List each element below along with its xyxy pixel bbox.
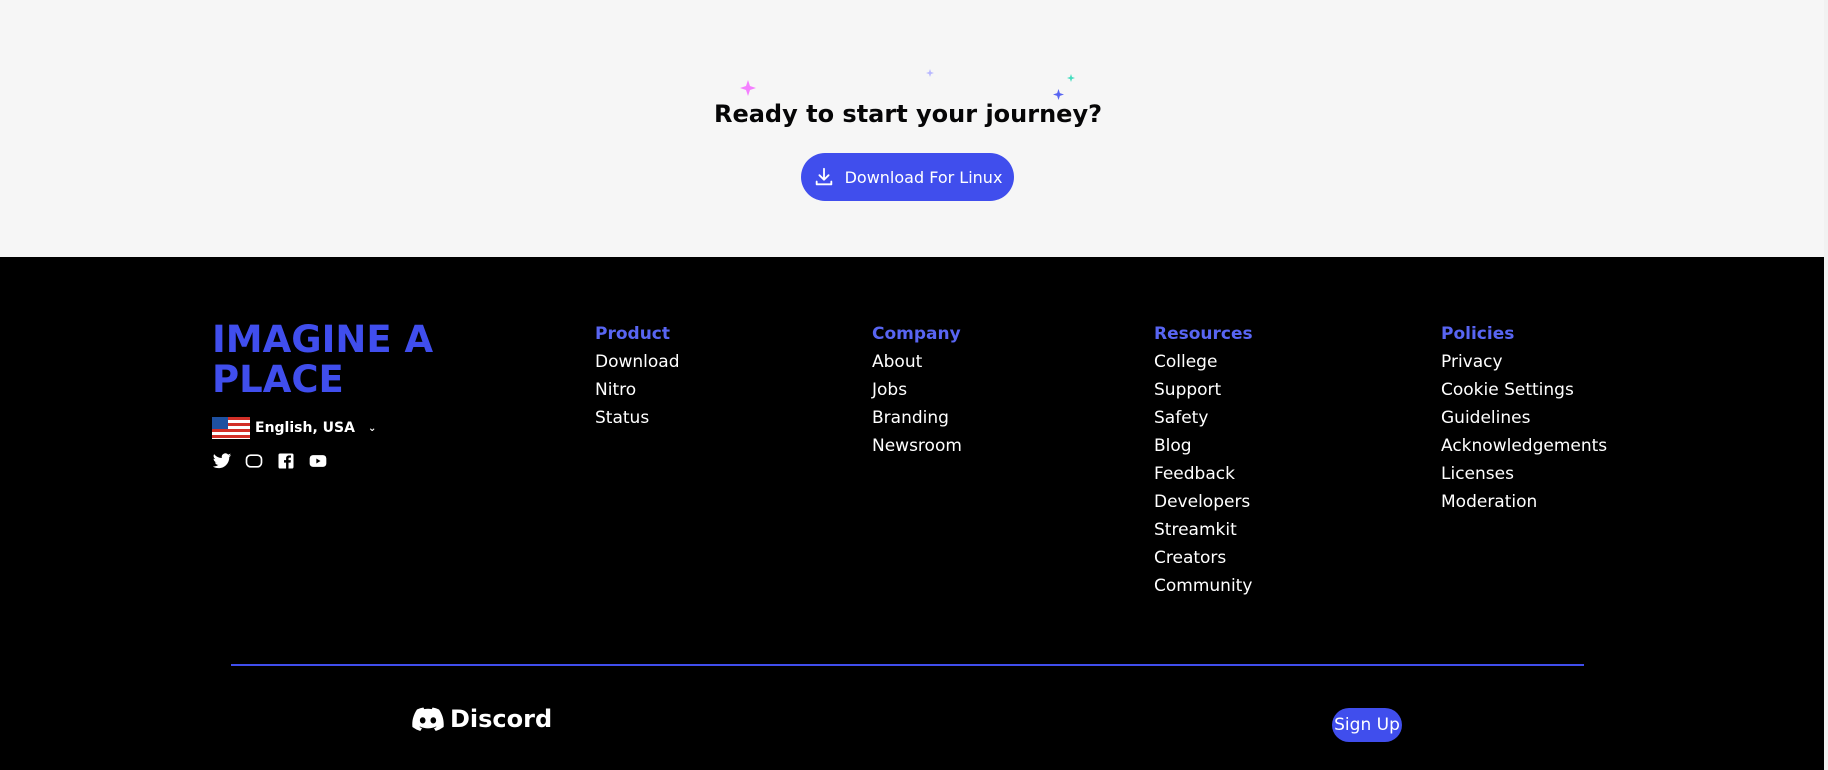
footer-link[interactable]: About [872, 351, 962, 379]
footer-link[interactable]: Jobs [872, 379, 962, 407]
footer-link[interactable]: Blog [1154, 435, 1253, 463]
footer-headline: IMAGINE A PLACE [212, 318, 434, 401]
footer-link[interactable]: Developers [1154, 491, 1253, 519]
footer-link[interactable]: Community [1154, 575, 1253, 603]
footer-link[interactable]: Support [1154, 379, 1253, 407]
sign-up-button[interactable]: Sign Up [1332, 708, 1402, 742]
footer-link[interactable]: Moderation [1441, 491, 1607, 519]
instagram-icon[interactable] [244, 451, 264, 471]
scrollbar[interactable] [1824, 0, 1828, 770]
footer-link[interactable]: Branding [872, 407, 962, 435]
footer: IMAGINE A PLACE English, USA ⌄ Product D… [0, 257, 1824, 770]
chevron-down-icon: ⌄ [367, 422, 377, 434]
language-label: English, USA [255, 420, 355, 436]
sparkle-icon [740, 80, 756, 96]
facebook-icon[interactable] [276, 451, 296, 471]
footer-link[interactable]: College [1154, 351, 1253, 379]
brand-name: Discord [450, 705, 553, 733]
footer-link[interactable]: Cookie Settings [1441, 379, 1607, 407]
column-heading: Policies [1441, 324, 1515, 344]
column-heading: Product [595, 324, 670, 344]
discord-icon [412, 707, 444, 731]
us-flag-icon [212, 417, 250, 439]
download-button[interactable]: Download For Linux [801, 153, 1014, 201]
footer-link[interactable]: Feedback [1154, 463, 1253, 491]
sparkle-icon [1067, 74, 1075, 82]
column-heading: Company [872, 324, 961, 344]
social-links [212, 451, 328, 471]
footer-link[interactable]: Privacy [1441, 351, 1607, 379]
footer-link[interactable]: Licenses [1441, 463, 1607, 491]
language-selector[interactable]: English, USA ⌄ [212, 417, 376, 439]
footer-link[interactable]: Newsroom [872, 435, 962, 463]
sparkle-icon [1053, 89, 1064, 100]
footer-link[interactable]: Download [595, 351, 680, 379]
footer-link[interactable]: Guidelines [1441, 407, 1607, 435]
footer-column-company: Company About Jobs Branding Newsroom [872, 323, 962, 463]
footer-link[interactable]: Creators [1154, 547, 1253, 575]
footer-link[interactable]: Status [595, 407, 680, 435]
sparkle-icon [926, 69, 934, 77]
download-button-label: Download For Linux [844, 167, 1003, 187]
cta-section: Ready to start your journey? Download Fo… [0, 0, 1824, 257]
footer-column-product: Product Download Nitro Status [595, 323, 680, 435]
footer-divider [231, 664, 1584, 666]
page: Ready to start your journey? Download Fo… [0, 0, 1828, 770]
footer-column-policies: Policies Privacy Cookie Settings Guideli… [1441, 323, 1607, 519]
footer-link[interactable]: Safety [1154, 407, 1253, 435]
youtube-icon[interactable] [308, 451, 328, 471]
cta-title: Ready to start your journey? [713, 100, 1103, 128]
discord-logo[interactable]: Discord [412, 705, 552, 733]
download-icon [815, 167, 832, 186]
footer-column-resources: Resources College Support Safety Blog Fe… [1154, 323, 1253, 603]
footer-link[interactable]: Acknowledgements [1441, 435, 1607, 463]
column-heading: Resources [1154, 324, 1253, 344]
footer-link[interactable]: Nitro [595, 379, 680, 407]
footer-link[interactable]: Streamkit [1154, 519, 1253, 547]
twitter-icon[interactable] [212, 451, 232, 471]
